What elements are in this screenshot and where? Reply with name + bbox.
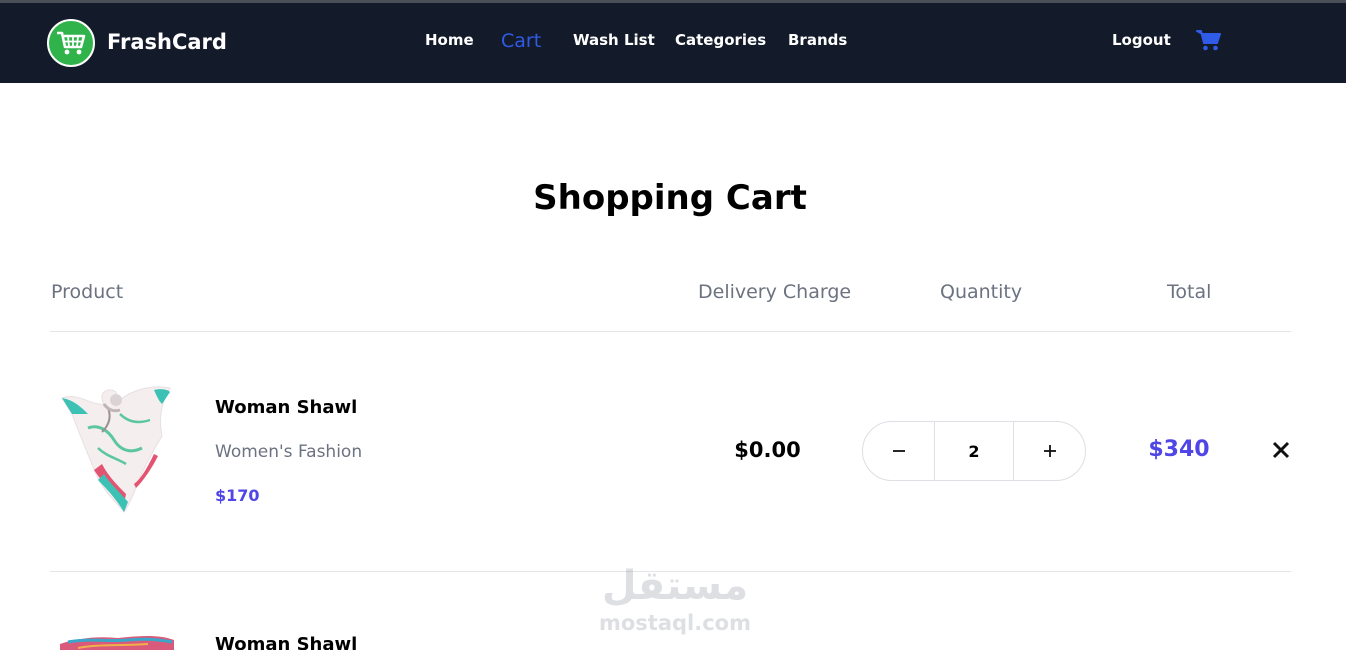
product-unit-price: $170 — [215, 486, 260, 505]
quantity-stepper: 2 — [862, 421, 1086, 481]
column-header-total: Total — [1167, 281, 1212, 303]
nav-link-cart[interactable]: Cart — [501, 30, 541, 52]
nav-link-brands[interactable]: Brands — [788, 31, 847, 49]
quantity-value[interactable]: 2 — [934, 422, 1014, 480]
product-name[interactable]: Woman Shawl — [215, 634, 357, 650]
nav-link-wash-list[interactable]: Wash List — [573, 31, 655, 49]
brand-name[interactable]: FrashCard — [107, 30, 227, 54]
increase-quantity-button[interactable] — [1014, 422, 1085, 480]
watermark-logo: مستقل — [601, 563, 749, 609]
minus-icon — [892, 450, 905, 452]
watermark-site: mostaql.com — [599, 611, 751, 635]
nav-link-categories[interactable]: Categories — [675, 31, 766, 49]
table-divider — [50, 331, 1291, 332]
product-image-shawl[interactable] — [58, 634, 176, 650]
column-header-product: Product — [51, 281, 124, 303]
decrease-quantity-button[interactable] — [863, 422, 934, 480]
product-image-shawl[interactable] — [58, 384, 176, 514]
column-header-delivery: Delivery Charge — [698, 281, 852, 303]
column-header-quantity: Quantity — [940, 281, 1023, 303]
page-title: Shopping Cart — [533, 178, 807, 218]
line-total: $340 — [1148, 437, 1210, 462]
remove-item-close-icon[interactable] — [1270, 439, 1292, 461]
navbar: FrashCard Home Cart Wash List Categories… — [0, 3, 1346, 83]
logout-link[interactable]: Logout — [1112, 31, 1171, 49]
mostaql-watermark: مستقل mostaql.com — [590, 560, 760, 640]
product-category: Women's Fashion — [215, 442, 363, 462]
plus-icon — [1043, 445, 1056, 457]
product-name[interactable]: Woman Shawl — [215, 397, 357, 418]
cart-logo-icon[interactable] — [47, 19, 95, 67]
delivery-charge: $0.00 — [734, 438, 801, 462]
nav-link-home[interactable]: Home — [425, 31, 474, 49]
shopping-cart-icon[interactable] — [1196, 28, 1222, 52]
